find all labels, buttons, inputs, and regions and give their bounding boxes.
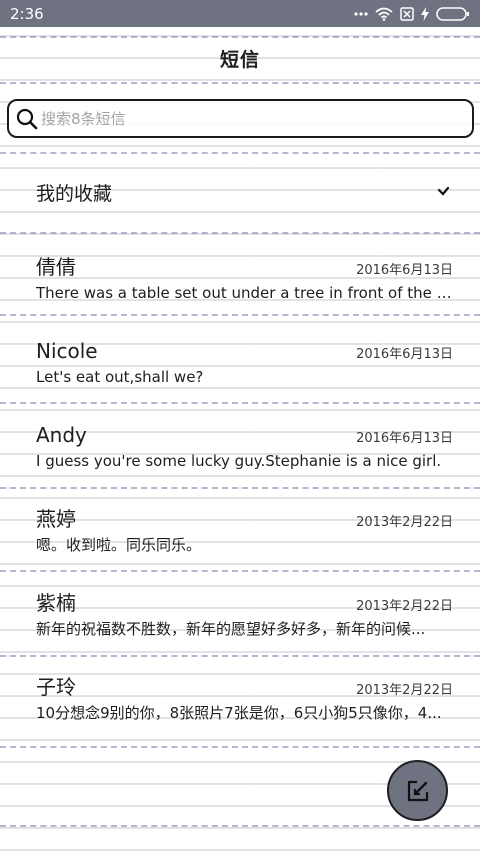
message-date: 2013年2月22日 <box>356 683 453 698</box>
divider <box>0 152 480 154</box>
message-preview: There was a table set out under a tree i… <box>36 284 453 302</box>
status-bar: 2:36 <box>0 0 480 27</box>
search-bar[interactable] <box>7 99 474 138</box>
charging-icon <box>421 6 429 21</box>
message-item[interactable]: 燕婷 2013年2月22日 嗯。收到啦。同乐同乐。 <box>0 504 480 588</box>
message-item[interactable]: 紫楠 2013年2月22日 新年的祝福数不胜数，新年的愿望好多好多，新年的问候.… <box>0 588 480 672</box>
message-date: 2016年6月13日 <box>356 431 453 446</box>
message-preview: 10分想念9别的你，8张照片7张是你，6只小狗5只像你，4... <box>36 704 442 722</box>
status-time: 2:36 <box>10 4 44 23</box>
divider <box>0 36 480 38</box>
search-icon <box>16 108 38 129</box>
message-sender: Andy <box>36 423 87 447</box>
battery-icon <box>436 6 469 21</box>
divider <box>0 232 480 234</box>
wifi-icon <box>375 7 393 21</box>
message-preview: I guess you're some lucky guy.Stephanie … <box>36 452 442 470</box>
message-item[interactable]: Nicole 2016年6月13日 Let's eat out,shall we… <box>0 336 480 420</box>
message-date: 2016年6月13日 <box>356 263 453 278</box>
message-sender: 紫楠 <box>36 591 76 615</box>
message-sender: 倩倩 <box>36 255 76 279</box>
message-sender: 燕婷 <box>36 507 76 531</box>
sim-error-icon <box>400 6 414 21</box>
message-date: 2016年6月13日 <box>356 347 453 362</box>
compose-button[interactable] <box>387 760 448 821</box>
message-preview: 新年的祝福数不胜数，新年的愿望好多好多，新年的问候... <box>36 620 426 638</box>
status-icons <box>354 6 470 21</box>
favorites-label: 我的收藏 <box>36 182 113 205</box>
message-date: 2013年2月22日 <box>356 599 453 614</box>
message-item[interactable]: 倩倩 2016年6月13日 There was a table set out … <box>0 252 480 336</box>
favorites-row[interactable]: 我的收藏 <box>0 170 480 214</box>
compose-icon <box>407 780 428 801</box>
chevron-down-icon[interactable] <box>438 187 450 197</box>
divider <box>0 825 480 827</box>
signal-dots-icon <box>354 11 368 16</box>
message-sender: Nicole <box>36 339 98 363</box>
message-sender: 子玲 <box>36 675 76 699</box>
message-item[interactable]: 子玲 2013年2月22日 10分想念9别的你，8张照片7张是你，6只小狗5只像… <box>0 672 480 756</box>
message-date: 2013年2月22日 <box>356 515 453 530</box>
search-input[interactable] <box>41 109 441 128</box>
message-preview: 嗯。收到啦。同乐同乐。 <box>36 536 202 554</box>
divider <box>0 82 480 84</box>
page-title: 短信 <box>219 48 260 71</box>
message-preview: Let's eat out,shall we? <box>36 368 204 386</box>
message-item[interactable]: Andy 2016年6月13日 I guess you're some luck… <box>0 420 480 504</box>
